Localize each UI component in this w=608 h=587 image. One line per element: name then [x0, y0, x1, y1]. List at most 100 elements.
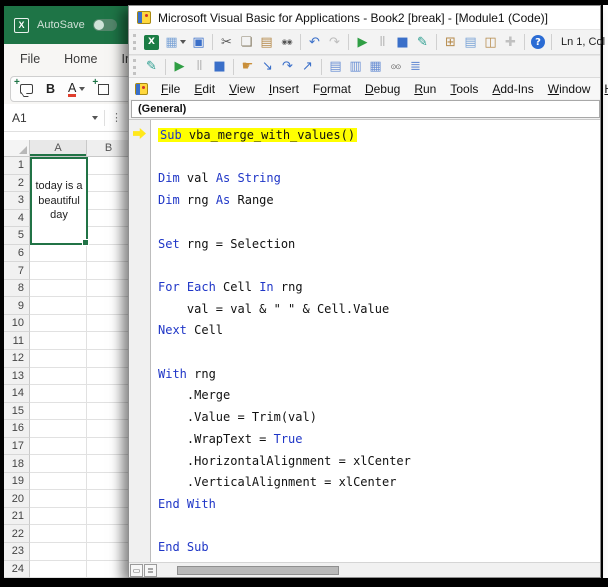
vba-title-bar[interactable]: Microsoft Visual Basic for Applications …	[129, 6, 600, 29]
tab-file[interactable]: File	[20, 52, 40, 66]
cell-b2[interactable]	[87, 174, 130, 193]
locals-window-icon[interactable]: ▤	[326, 57, 345, 76]
cell-a20[interactable]	[30, 490, 87, 508]
cell-b5[interactable]	[87, 227, 130, 245]
column-header-a[interactable]: A	[30, 140, 87, 156]
menu-addins[interactable]: Add-Ins	[485, 80, 540, 98]
cell-b3[interactable]	[87, 192, 130, 210]
full-module-view-button[interactable]: ≣	[144, 563, 157, 577]
autosave-toggle[interactable]	[92, 19, 117, 31]
cell-a8[interactable]	[30, 279, 87, 298]
cell-b16[interactable]	[87, 420, 130, 438]
code-text[interactable]: Sub vba_merge_with_values() Dim val As S…	[151, 120, 600, 562]
new-comment-icon[interactable]	[14, 77, 33, 94]
row-header-21[interactable]: 21	[4, 507, 30, 526]
cell-a7[interactable]	[30, 262, 87, 280]
cell-a12[interactable]	[30, 350, 87, 368]
font-color-button[interactable]: A	[68, 81, 86, 97]
cell-a22[interactable]	[30, 525, 87, 544]
row-header-23[interactable]: 23	[4, 543, 30, 561]
save-icon[interactable]: ▣	[189, 33, 208, 52]
reset-icon[interactable]: ■	[210, 57, 229, 76]
design-mode-icon[interactable]: ✎	[142, 57, 161, 76]
cell-a21[interactable]	[30, 507, 87, 526]
menu-view[interactable]: View	[222, 80, 262, 98]
menu-window[interactable]: Window	[541, 80, 598, 98]
row-header-13[interactable]: 13	[4, 367, 30, 386]
menu-edit[interactable]: Edit	[187, 80, 222, 98]
project-explorer-icon[interactable]: ⊞	[441, 33, 460, 52]
cell-b14[interactable]	[87, 385, 130, 403]
procedure-view-button[interactable]: ▭	[130, 563, 143, 577]
toolbar-grip[interactable]	[133, 34, 137, 50]
cell-a24[interactable]	[30, 560, 87, 578]
cell-b7[interactable]	[87, 262, 130, 280]
cell-b18[interactable]	[87, 455, 130, 473]
run-icon[interactable]: ▶	[170, 57, 189, 76]
cell-b24[interactable]	[87, 560, 130, 578]
watch-window-icon[interactable]: ▦	[366, 57, 385, 76]
menu-debug[interactable]: Debug	[358, 80, 407, 98]
row-header-1[interactable]: 1	[4, 157, 30, 175]
row-header-6[interactable]: 6	[4, 244, 30, 263]
cell-a19[interactable]	[30, 472, 87, 491]
menu-run[interactable]: Run	[407, 80, 443, 98]
menu-file[interactable]: File	[154, 80, 187, 98]
menu-tools[interactable]: Tools	[443, 80, 485, 98]
immediate-window-icon[interactable]: ▥	[346, 57, 365, 76]
cell-b4[interactable]	[87, 209, 130, 228]
row-header-22[interactable]: 22	[4, 525, 30, 544]
row-header-16[interactable]: 16	[4, 420, 30, 438]
step-over-icon[interactable]: ↷	[278, 57, 297, 76]
toggle-breakpoint-icon[interactable]: ☛	[238, 57, 257, 76]
cell-b13[interactable]	[87, 367, 130, 386]
row-header-2[interactable]: 2	[4, 174, 30, 193]
menu-insert[interactable]: Insert	[262, 80, 306, 98]
dropdown-caret-icon[interactable]	[180, 40, 186, 44]
row-header-10[interactable]: 10	[4, 314, 30, 333]
cell-b1[interactable]	[87, 157, 130, 175]
cell-a13[interactable]	[30, 367, 87, 386]
view-excel-icon[interactable]: X	[144, 34, 159, 50]
cell-a15[interactable]	[30, 402, 87, 421]
horizontal-scrollbar[interactable]: ▭ ≣	[129, 562, 600, 577]
merged-cell-a1-a5[interactable]: today is a beautiful day	[30, 157, 89, 246]
cell-a23[interactable]	[30, 543, 87, 561]
cell-a6[interactable]	[30, 244, 87, 263]
row-header-15[interactable]: 15	[4, 402, 30, 421]
step-out-icon[interactable]: ↗	[298, 57, 317, 76]
cell-b21[interactable]	[87, 507, 130, 526]
overflow-menu-icon[interactable]: ⋮	[111, 111, 122, 124]
cell-b11[interactable]	[87, 332, 130, 351]
call-stack-icon[interactable]: ≣	[406, 57, 425, 76]
insert-userform-icon[interactable]: ▦	[162, 33, 181, 52]
cell-b15[interactable]	[87, 402, 130, 421]
cell-a17[interactable]	[30, 437, 87, 456]
cell-a14[interactable]	[30, 385, 87, 403]
margin-indicator-bar[interactable]	[129, 120, 151, 562]
row-header-20[interactable]: 20	[4, 490, 30, 508]
cell-b19[interactable]	[87, 472, 130, 491]
object-browser-icon[interactable]: ◫	[481, 33, 500, 52]
name-box-dropdown-icon[interactable]	[92, 115, 98, 120]
row-header-12[interactable]: 12	[4, 350, 30, 368]
reset-icon[interactable]: ■	[393, 33, 412, 52]
cell-b17[interactable]	[87, 437, 130, 456]
column-header-b[interactable]: B	[87, 140, 130, 156]
insert-cells-icon[interactable]	[92, 77, 110, 95]
cell-b22[interactable]	[87, 525, 130, 544]
cell-b10[interactable]	[87, 314, 130, 333]
row-header-11[interactable]: 11	[4, 332, 30, 351]
menu-format[interactable]: Format	[306, 80, 358, 98]
row-header-18[interactable]: 18	[4, 455, 30, 473]
cell-a16[interactable]	[30, 420, 87, 438]
row-header-4[interactable]: 4	[4, 209, 30, 228]
help-icon[interactable]: ?	[531, 35, 545, 49]
row-header-5[interactable]: 5	[4, 227, 30, 245]
code-window[interactable]: Sub vba_merge_with_values() Dim val As S…	[129, 120, 600, 562]
general-dropdown[interactable]: (General)	[131, 100, 600, 118]
cell-a18[interactable]	[30, 455, 87, 473]
row-header-19[interactable]: 19	[4, 472, 30, 491]
run-icon[interactable]: ▶	[353, 33, 372, 52]
properties-window-icon[interactable]: ▤	[461, 33, 480, 52]
